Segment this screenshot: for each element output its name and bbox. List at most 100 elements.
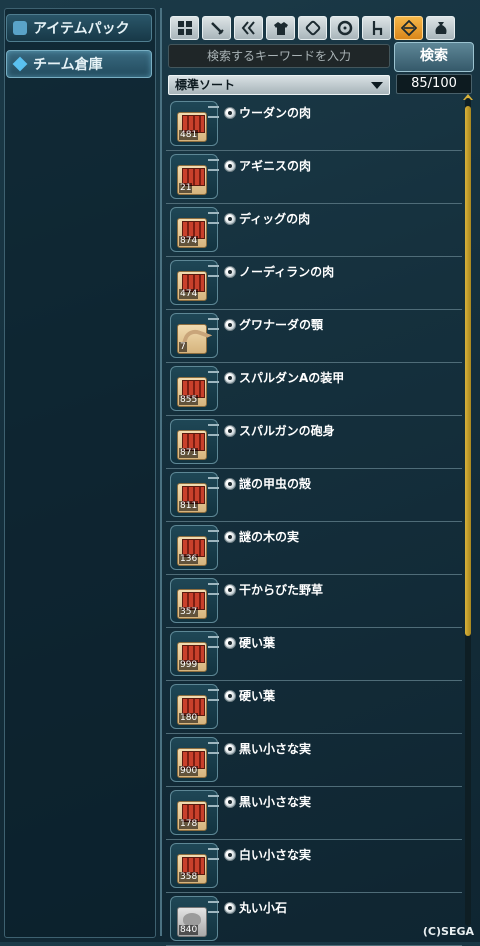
list-item[interactable]: 874 ディッグの肉: [166, 204, 462, 257]
item-slot[interactable]: 855: [170, 366, 219, 411]
item-thumbnail: 900: [177, 748, 207, 778]
item-name-wrap: ノーディランの肉: [224, 263, 334, 280]
list-item[interactable]: 180 硬い葉: [166, 681, 462, 734]
stack-icon: [208, 106, 219, 118]
tab-costumes[interactable]: [266, 16, 295, 40]
item-slot[interactable]: 999: [170, 631, 219, 676]
item-thumbnail: 474: [177, 271, 207, 301]
lock-dot-icon: [224, 795, 236, 808]
item-slot[interactable]: 7: [170, 313, 219, 358]
item-quantity: 180: [179, 713, 199, 723]
item-thumbnail: 481: [177, 112, 207, 142]
lock-dot-icon: [224, 848, 236, 861]
tab-discs[interactable]: [330, 16, 359, 40]
item-slot[interactable]: 358: [170, 843, 219, 888]
item-slot[interactable]: 357: [170, 578, 219, 623]
item-thumbnail: 7: [177, 324, 207, 354]
lock-dot-icon: [224, 742, 236, 755]
sort-dropdown[interactable]: 標準ソート: [168, 75, 390, 95]
item-slot[interactable]: 481: [170, 101, 219, 146]
item-quantity: 21: [179, 183, 193, 193]
item-quantity: 358: [179, 872, 199, 882]
list-item[interactable]: 999 硬い葉: [166, 628, 462, 681]
list-item[interactable]: 855 スパルダンAの装甲: [166, 363, 462, 416]
list-item[interactable]: 136 謎の木の実: [166, 522, 462, 575]
item-slot[interactable]: 900: [170, 737, 219, 782]
item-slot[interactable]: 811: [170, 472, 219, 517]
item-slot[interactable]: 871: [170, 419, 219, 464]
lock-dot-icon: [224, 265, 236, 278]
stack-icon: [208, 795, 219, 807]
team-storage-button[interactable]: チーム倉庫: [6, 50, 152, 78]
item-thumbnail: 21: [177, 165, 207, 195]
tab-consumables[interactable]: [298, 16, 327, 40]
tab-units[interactable]: [234, 16, 263, 40]
item-quantity: 811: [179, 501, 199, 511]
list-item[interactable]: 357 干からびた野草: [166, 575, 462, 628]
scroll-thumb[interactable]: [465, 106, 471, 636]
list-item[interactable]: 178 黒い小さな実: [166, 787, 462, 840]
list-item[interactable]: 21 アギニスの肉: [166, 151, 462, 204]
item-thumbnail: 871: [177, 430, 207, 460]
tab-furniture[interactable]: [362, 16, 391, 40]
list-item[interactable]: 900 黒い小さな実: [166, 734, 462, 787]
item-name-wrap: 硬い葉: [224, 634, 275, 651]
item-quantity: 855: [179, 395, 199, 405]
item-name: 干からびた野草: [239, 583, 324, 597]
list-item[interactable]: 840 丸い小石: [166, 893, 462, 946]
stack-icon: [208, 530, 219, 542]
item-slot[interactable]: 474: [170, 260, 219, 305]
list-item[interactable]: 358 白い小さな実: [166, 840, 462, 893]
item-name: ノーディランの肉: [239, 265, 335, 279]
search-button[interactable]: 検索: [394, 42, 474, 72]
lock-dot-icon: [224, 159, 236, 172]
lock-dot-icon: [224, 424, 236, 437]
item-thumbnail: 855: [177, 377, 207, 407]
item-thumbnail: 874: [177, 218, 207, 248]
item-slot[interactable]: 136: [170, 525, 219, 570]
diamond-icon: [12, 56, 28, 72]
tab-other[interactable]: [426, 16, 455, 40]
item-name: 謎の甲虫の殻: [239, 477, 312, 491]
item-quantity: 7: [179, 342, 187, 352]
item-slot[interactable]: 874: [170, 207, 219, 252]
copyright: (C)SEGA: [422, 925, 474, 938]
stack-icon: [208, 901, 219, 913]
tab-materials[interactable]: [394, 16, 423, 40]
item-name-wrap: 黒い小さな実: [224, 740, 311, 757]
item-pack-button[interactable]: アイテムパック: [6, 14, 152, 42]
item-name-wrap: アギニスの肉: [224, 157, 311, 174]
list-item[interactable]: 474 ノーディランの肉: [166, 257, 462, 310]
stack-icon: [208, 424, 219, 436]
stack-icon: [208, 159, 219, 171]
list-item[interactable]: 871 スパルガンの砲身: [166, 416, 462, 469]
item-slot[interactable]: 840: [170, 896, 219, 941]
list-item[interactable]: 481 ウーダンの肉: [166, 98, 462, 151]
item-name-wrap: グワナーダの顎: [224, 316, 323, 333]
item-slot[interactable]: 180: [170, 684, 219, 729]
item-slot[interactable]: 21: [170, 154, 219, 199]
item-name: ディッグの肉: [239, 212, 311, 226]
stack-icon: [208, 848, 219, 860]
item-thumbnail: 357: [177, 589, 207, 619]
tab-all[interactable]: [170, 16, 199, 40]
lock-dot-icon: [224, 212, 236, 225]
lock-dot-icon: [224, 318, 236, 331]
item-slot[interactable]: 178: [170, 790, 219, 835]
item-quantity: 136: [179, 554, 199, 564]
chevron-down-icon: [371, 82, 383, 89]
grid-icon: [177, 21, 192, 35]
item-quantity: 481: [179, 130, 199, 140]
search-input[interactable]: 検索するキーワードを入力: [168, 44, 390, 68]
tab-weapons[interactable]: [202, 16, 231, 40]
lock-dot-icon: [224, 106, 236, 119]
item-quantity: 999: [179, 660, 199, 670]
stack-icon: [208, 583, 219, 595]
scrollbar[interactable]: [465, 98, 471, 926]
item-pack-label: アイテムパック: [33, 21, 130, 37]
category-tabs: [170, 16, 455, 40]
item-name: 丸い小石: [239, 901, 288, 915]
list-item[interactable]: 811 謎の甲虫の殻: [166, 469, 462, 522]
item-name-wrap: 硬い葉: [224, 687, 275, 704]
list-item[interactable]: 7 グワナーダの顎: [166, 310, 462, 363]
